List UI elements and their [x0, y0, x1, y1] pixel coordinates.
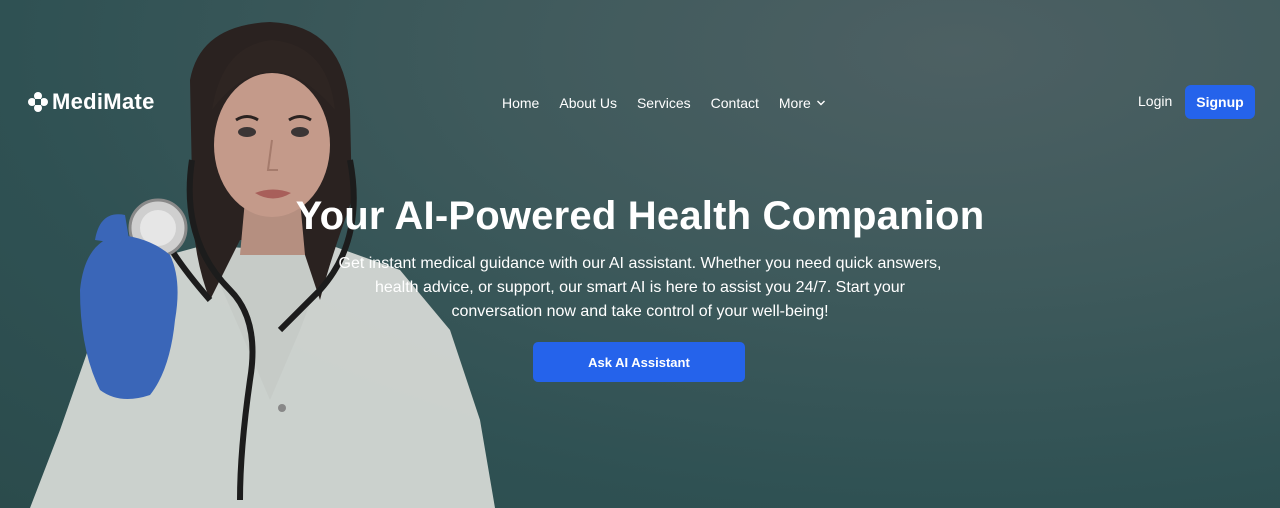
hero-subtitle: Get instant medical guidance with our AI… [338, 255, 942, 320]
hero-section: MediMate Home About Us Services Contact … [0, 0, 1280, 508]
brand-name: MediMate [52, 89, 155, 114]
brand-logo[interactable]: MediMate [28, 88, 155, 116]
nav-item-more-dropdown[interactable]: More [779, 95, 826, 111]
login-link[interactable]: Login [1138, 93, 1172, 109]
nav-more-label: More [778, 95, 811, 111]
nav-item-contact[interactable]: Contact [711, 95, 759, 111]
ask-ai-assistant-button[interactable]: Ask AI Assistant [533, 342, 745, 382]
main-nav: Home About Us Services Contact More [502, 93, 826, 113]
signup-button[interactable]: Signup [1185, 85, 1255, 119]
hero-title: Your AI-Powered Health Companion [295, 194, 985, 238]
nav-item-about-us[interactable]: About Us [559, 95, 617, 111]
nav-item-home[interactable]: Home [502, 95, 539, 111]
chevron-down-icon [816, 100, 825, 106]
nav-item-services[interactable]: Services [637, 95, 691, 111]
medical-cross-icon [28, 92, 48, 112]
